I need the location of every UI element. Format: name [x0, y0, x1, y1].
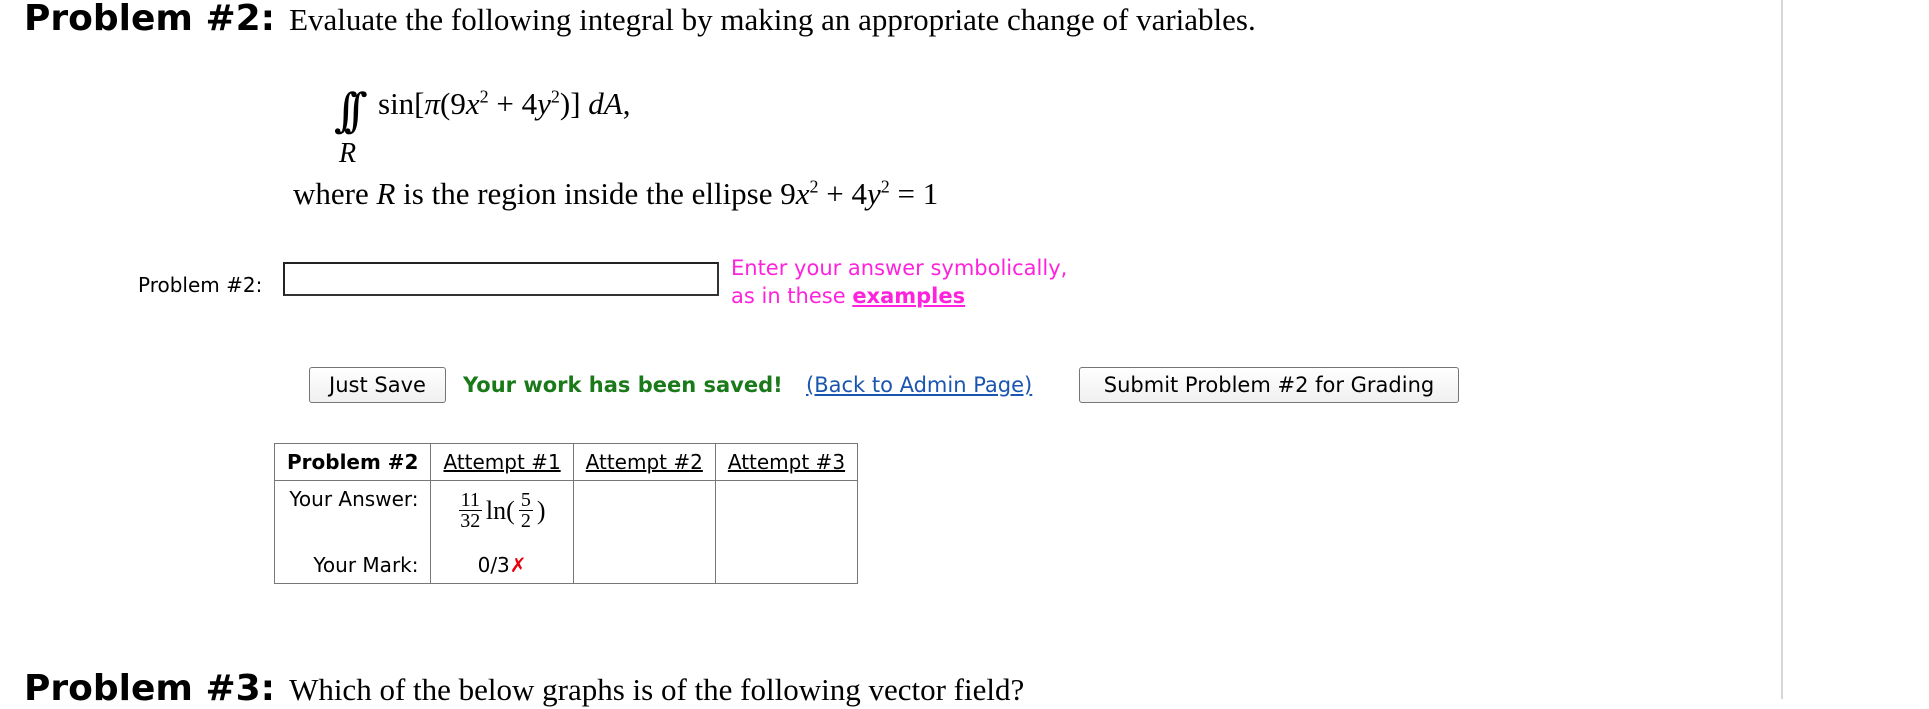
double-integral-symbol: ∫∫ — [334, 83, 368, 137]
problem-2-label: Problem #2: — [24, 0, 276, 39]
answer-field-label: Problem #2: — [138, 273, 263, 297]
attempt-2-mark — [572, 547, 716, 584]
saved-message: Your work has been saved! — [463, 373, 783, 397]
attempt-2-answer — [572, 480, 716, 547]
problem-3-heading: Problem #3: Which of the below graphs is … — [24, 668, 1024, 709]
examples-link[interactable]: examples — [852, 284, 965, 308]
fraction-11-32: 11 32 — [458, 489, 482, 532]
your-mark-row: Your Mark: 0/3✗ — [273, 547, 859, 584]
region-description: where R is the region inside the ellipse… — [293, 176, 939, 211]
fraction-5-2: 52 — [518, 489, 533, 532]
incorrect-x-icon: ✗ — [509, 553, 527, 577]
integral-region: R — [339, 138, 357, 169]
hint-line-1: Enter your answer symbolically, — [731, 256, 1068, 280]
integrand: sin[π(9x2 + 4y2)] dA, — [378, 86, 631, 121]
your-answer-row: Your Answer: 11 32 ln( 52 ) — [273, 480, 859, 547]
attempt-3-mark — [714, 547, 859, 584]
attempt-2-header[interactable]: Attempt #2 — [572, 443, 716, 481]
answer-input[interactable] — [283, 262, 719, 296]
attempt-1-answer: 11 32 ln( 52 ) — [430, 480, 574, 547]
attempt-1-mark: 0/3✗ — [430, 547, 574, 584]
attempts-header-row: Problem #2 Attempt #1 Attempt #2 Attempt… — [273, 443, 859, 481]
just-save-button[interactable]: Just Save — [309, 367, 446, 403]
back-to-admin-link[interactable]: (Back to Admin Page) — [806, 373, 1032, 397]
problem-3-statement: Which of the below graphs is of the foll… — [289, 672, 1025, 707]
problem-3-label: Problem #3: — [24, 668, 276, 709]
page-right-border — [1781, 0, 1783, 699]
attempt-3-answer — [714, 480, 859, 547]
problem-2-statement: Evaluate the following integral by makin… — [289, 2, 1256, 37]
attempt-3-header[interactable]: Attempt #3 — [714, 443, 859, 481]
submit-problem-button[interactable]: Submit Problem #2 for Grading — [1079, 367, 1459, 403]
attempt-1-header[interactable]: Attempt #1 — [430, 443, 574, 481]
problem-2-heading: Problem #2: Evaluate the following integr… — [24, 0, 1256, 39]
table-header-problem: Problem #2 — [273, 443, 432, 481]
your-mark-label: Your Mark: — [273, 547, 432, 584]
attempts-table: Problem #2 Attempt #1 Attempt #2 Attempt… — [273, 443, 859, 584]
hint-line-2: as in these examples — [731, 284, 966, 308]
your-answer-label: Your Answer: — [273, 480, 432, 547]
answer-hint: Enter your answer symbolically, as in th… — [731, 254, 1067, 310]
